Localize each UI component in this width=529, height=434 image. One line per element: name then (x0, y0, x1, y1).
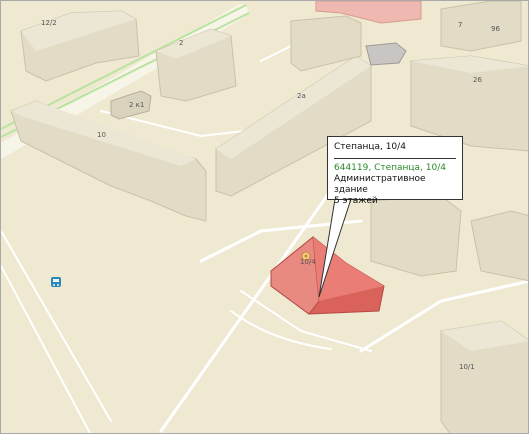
label-10-1: 10/1 (459, 363, 475, 371)
label-10-4: 10/4 (300, 258, 316, 266)
label-2: 2 (179, 39, 183, 47)
popup-description: Административное здание (334, 174, 426, 195)
label-26: 26 (473, 76, 482, 84)
map-layer[interactable]: 12/2 2 2 к1 2а 10 7 96 26 10/4 10/1 (1, 1, 529, 434)
label-7: 7 (458, 21, 462, 29)
popup-address-link[interactable]: 644119, Степанца, 10/4 (334, 163, 456, 174)
label-12-2: 12/2 (41, 19, 57, 27)
label-2a: 2а (297, 92, 306, 100)
label-10: 10 (97, 131, 106, 139)
info-popup: Степанца, 10/4 644119, Степанца, 10/4 Ад… (327, 136, 463, 206)
popup-divider (334, 158, 456, 159)
popup-title: Степанца, 10/4 (334, 142, 406, 152)
map-canvas[interactable]: 12/2 2 2 к1 2а 10 7 96 26 10/4 10/1 Степ… (0, 0, 529, 434)
label-2k1: 2 к1 (129, 101, 144, 109)
label-96: 96 (491, 25, 500, 33)
popup-floors: 5 этажей (334, 196, 378, 206)
bus-stop-icon[interactable] (51, 277, 61, 287)
